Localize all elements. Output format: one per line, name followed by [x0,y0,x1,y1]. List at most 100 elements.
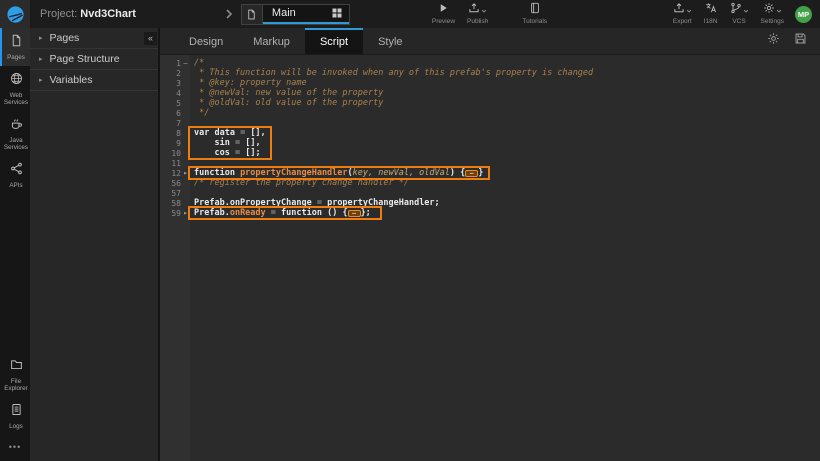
publish-label: Publish [467,18,488,25]
rail-item-label: File Explorer [2,378,31,392]
editor-gutter: 1 – 2 3 4 5 6 [160,55,190,461]
code-line-1: /* [194,58,820,68]
gutter-line-9: 9 [160,138,190,148]
gutter-line-1: 1 – [160,58,190,68]
code-line-11 [194,158,820,168]
rail-item-label: Web Services [2,92,31,106]
tab-style[interactable]: Style [363,28,417,54]
script-editor[interactable]: 1 – 2 3 4 5 6 [160,55,820,461]
tab-script[interactable]: Script [305,28,363,54]
export-button[interactable]: Export [667,0,698,28]
code-line-6: */ [194,108,820,118]
avatar[interactable]: MP [795,6,812,23]
left-rail: Pages Web Services Java Services APIs Fi… [0,28,30,461]
publish-button[interactable]: Publish [461,0,494,28]
gutter-line-7: 7 [160,118,190,128]
panel-section-variables[interactable]: ▸ Variables [30,70,158,91]
fold-toggle-icon[interactable]: ▸ [181,208,190,218]
play-icon [437,1,449,19]
i18n-label: I18N [704,18,718,25]
chevron-right-icon: ▸ [39,34,43,42]
gutter-line-59: 59 ▸ [160,208,190,218]
code-line-57 [194,188,820,198]
gutter-line-4: 4 [160,88,190,98]
gutter-line-3: 3 [160,78,190,88]
rail-item-pages[interactable]: Pages [0,28,30,66]
rail-item-web-services[interactable]: Web Services [0,66,30,111]
panel-section-label: Variables [50,74,93,86]
gutter-line-11: 11 [160,158,190,168]
vcs-button[interactable]: VCS [724,0,755,28]
settings-label: Settings [761,18,785,25]
rail-item-label: APIs [2,182,31,189]
page-tab-main[interactable]: Main [241,4,350,25]
rail-item-logs[interactable]: Logs [0,397,30,435]
gutter-line-58: 58 [160,198,190,208]
code-line-58: Prefab.onPropertyChange = propertyChange… [194,198,820,208]
chevron-right-icon: ▸ [39,76,43,84]
panel-section-pages[interactable]: ▸ Pages [30,28,158,49]
tab-markup[interactable]: Markup [238,28,305,54]
editor-tabsbar: DesignMarkupScriptStyle [160,28,820,55]
settings-button[interactable]: Settings [755,0,791,28]
branch-icon [730,1,742,19]
editor-code: /* * This function will be invoked when … [190,55,820,461]
export-label: Export [673,18,692,25]
preview-button[interactable]: Preview [426,0,461,28]
more-menu-button[interactable]: ••• [0,435,30,461]
gutter-line-56: 56 [160,178,190,188]
page-icon [10,34,23,52]
gutter-line-12: 12 ▸ [160,168,190,178]
wavemaker-logo-icon [6,5,25,24]
preview-label: Preview [432,18,455,25]
code-line-4: * @newVal: new value of the property [194,88,820,98]
folder-icon [10,358,23,376]
project-title: Project:Nvd3Chart [40,8,136,20]
globe-icon [10,72,23,90]
tray-up-icon [673,1,685,19]
gutter-line-6: 6 [160,108,190,118]
tab-design[interactable]: Design [174,28,238,54]
gutter-line-8: 8 [160,128,190,138]
folded-code-pill[interactable]: … [348,210,361,217]
folded-code-pill[interactable]: … [465,170,478,177]
code-line-8: var data = [], [194,128,820,138]
save-button[interactable] [787,32,814,50]
fold-toggle-icon[interactable]: ▸ [181,168,190,178]
grid-icon[interactable] [325,7,349,19]
code-line-10: cos = []; [194,148,820,158]
chevron-down-icon [685,1,692,19]
editor-settings-button[interactable] [760,32,787,50]
tutorials-button[interactable]: Tutorials [516,0,553,28]
chevron-right-icon [224,9,234,19]
gutter-line-5: 5 [160,98,190,108]
fold-toggle-icon[interactable]: – [181,58,190,68]
nodes-icon [10,162,23,180]
chevron-right-icon: ▸ [39,55,43,63]
rail-item-label: Logs [2,423,31,430]
panel-section-label: Page Structure [50,53,120,65]
topbar-actions-left: Preview Publish Tutorials [426,0,561,28]
code-line-7 [194,118,820,128]
rail-item-file-explorer[interactable]: File Explorer [0,352,30,397]
rail-item-apis[interactable]: APIs [0,156,30,194]
code-line-59: Prefab.onReady = function () {…}; [194,208,820,218]
floppy-icon [794,32,807,50]
rail-item-java-services[interactable]: Java Services [0,111,30,156]
panel-collapse-button[interactable]: « [144,32,157,45]
panel-section-page-structure[interactable]: ▸ Page Structure [30,49,158,70]
app-logo[interactable] [0,0,30,28]
book-icon [529,1,541,19]
project-name: Nvd3Chart [80,8,136,20]
translate-icon [705,1,717,19]
doc-icon [10,403,23,421]
code-line-3: * @key: property name [194,78,820,88]
gutter-line-2: 2 [160,68,190,78]
chevron-down-icon [742,1,749,19]
chevron-down-icon [775,1,782,19]
code-line-9: sin = [], [194,138,820,148]
code-line-12: function propertyChangeHandler(key, newV… [194,168,820,178]
i18n-button[interactable]: I18N [698,0,724,28]
gear-icon [763,1,775,19]
code-line-2: * This function will be invoked when any… [194,68,820,78]
